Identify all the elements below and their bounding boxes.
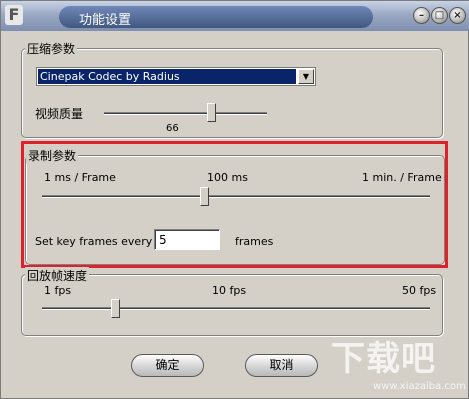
- chevron-down-icon[interactable]: ▼: [298, 69, 314, 84]
- compression-group: [21, 48, 443, 138]
- playback-tick-mid: 10 fps: [212, 284, 247, 297]
- quality-label: 视频质量: [35, 107, 84, 121]
- compression-group-label: 压缩参数: [25, 40, 78, 57]
- playback-tick-min: 1 fps: [44, 284, 72, 297]
- watermark-logo: 下载吧: [331, 339, 436, 379]
- watermark-url: www.xiazaiba.com: [373, 381, 466, 392]
- playback-slider-track[interactable]: [42, 307, 430, 310]
- app-icon: F: [5, 5, 23, 25]
- maximize-button[interactable]: □: [431, 7, 448, 24]
- codec-select[interactable]: Cinepak Codec by Radius ▼: [36, 67, 316, 86]
- settings-window: F 功能设置 – □ × 压缩参数 Cinepak Codec by Radiu…: [0, 0, 469, 399]
- window-title: 功能设置: [79, 13, 132, 28]
- playback-group-label: 回放帧速度: [25, 267, 90, 284]
- codec-selected-value: Cinepak Codec by Radius: [38, 69, 296, 84]
- quality-value: 66: [166, 123, 179, 134]
- title-bar[interactable]: F 功能设置 – □ ×: [1, 1, 469, 31]
- highlight-box: [21, 141, 448, 268]
- minimize-button[interactable]: –: [413, 7, 430, 24]
- playback-slider-thumb[interactable]: [111, 299, 120, 318]
- quality-slider-track[interactable]: [104, 112, 267, 115]
- playback-tick-max: 50 fps: [402, 284, 437, 297]
- close-button[interactable]: ×: [449, 7, 466, 24]
- quality-slider-thumb[interactable]: [207, 103, 216, 122]
- cancel-button[interactable]: 取消: [245, 354, 318, 377]
- ok-button[interactable]: 确定: [131, 354, 204, 377]
